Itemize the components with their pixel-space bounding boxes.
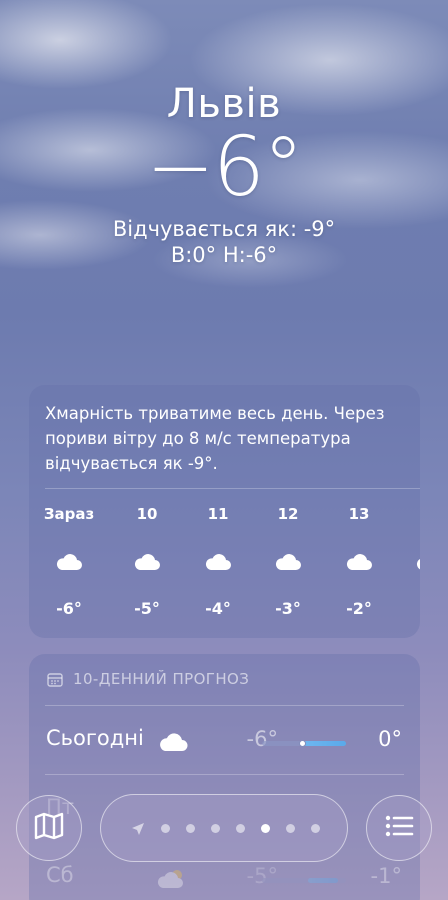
cloud-icon xyxy=(204,551,232,571)
map-icon xyxy=(32,809,66,847)
hour-label: Зараз xyxy=(43,505,95,523)
hour-label: 10 xyxy=(136,505,158,523)
map-button[interactable] xyxy=(16,795,82,861)
day-high: 0° xyxy=(378,727,402,751)
hour-label: 12 xyxy=(277,505,299,523)
forecast-summary: Хмарність триватиме весь день. Через пор… xyxy=(45,404,385,473)
bottom-toolbar xyxy=(0,780,448,880)
day-low: -6° xyxy=(246,727,278,751)
page-dot[interactable] xyxy=(186,824,195,833)
location-pager[interactable] xyxy=(100,794,348,862)
cloud-icon xyxy=(157,730,189,752)
page-dot[interactable] xyxy=(211,824,220,833)
current-temperature-dot xyxy=(298,740,306,747)
page-dot[interactable] xyxy=(286,824,295,833)
cloud-icon xyxy=(55,551,83,571)
cloud-icon xyxy=(133,551,161,571)
hour-label: 13 xyxy=(348,505,370,523)
hour-temperature: -2° xyxy=(346,599,372,618)
day-row[interactable]: Сьогодні -6° 0° xyxy=(29,706,420,774)
hourly-scroll[interactable]: Зараз -6° 10 -5° 11 -4° 12 -3° 13 -2° xyxy=(29,489,420,629)
hourly-forecast-card[interactable]: Хмарність триватиме весь день. Через пор… xyxy=(29,385,420,638)
feels-like-text: Відчувається як: -9° xyxy=(112,217,336,241)
hour-temperature: -3° xyxy=(275,599,301,618)
calendar-icon xyxy=(47,672,63,687)
hour-label: 11 xyxy=(207,505,229,523)
page-dot[interactable] xyxy=(261,824,270,833)
current-weather-header: Львів −6° Відчувається як: -9° В:0° Н:-6… xyxy=(0,78,448,268)
hour-temperature: -4° xyxy=(205,599,231,618)
cloud-icon xyxy=(415,551,420,571)
hour-temperature: -6° xyxy=(56,599,82,618)
current-temperature: −6° xyxy=(146,120,304,215)
location-arrow-icon xyxy=(131,821,145,835)
high-low-text: В:0° Н:-6° xyxy=(170,243,278,267)
temperature-range-bar xyxy=(262,740,346,747)
ten-day-header: 10-ДЕННИЙ ПРОГНОЗ xyxy=(29,654,420,690)
cloud-icon xyxy=(274,551,302,571)
page-dot[interactable] xyxy=(236,824,245,833)
day-name: Сьогодні xyxy=(46,726,144,750)
page-dot[interactable] xyxy=(161,824,170,833)
ten-day-title: 10-ДЕННИЙ ПРОГНОЗ xyxy=(73,670,250,688)
list-button[interactable] xyxy=(366,795,432,861)
hour-temperature: -5° xyxy=(134,599,160,618)
cloud-icon xyxy=(345,551,373,571)
list-icon xyxy=(382,809,416,847)
page-dot[interactable] xyxy=(311,824,320,833)
temperature-range-fill xyxy=(300,741,346,746)
